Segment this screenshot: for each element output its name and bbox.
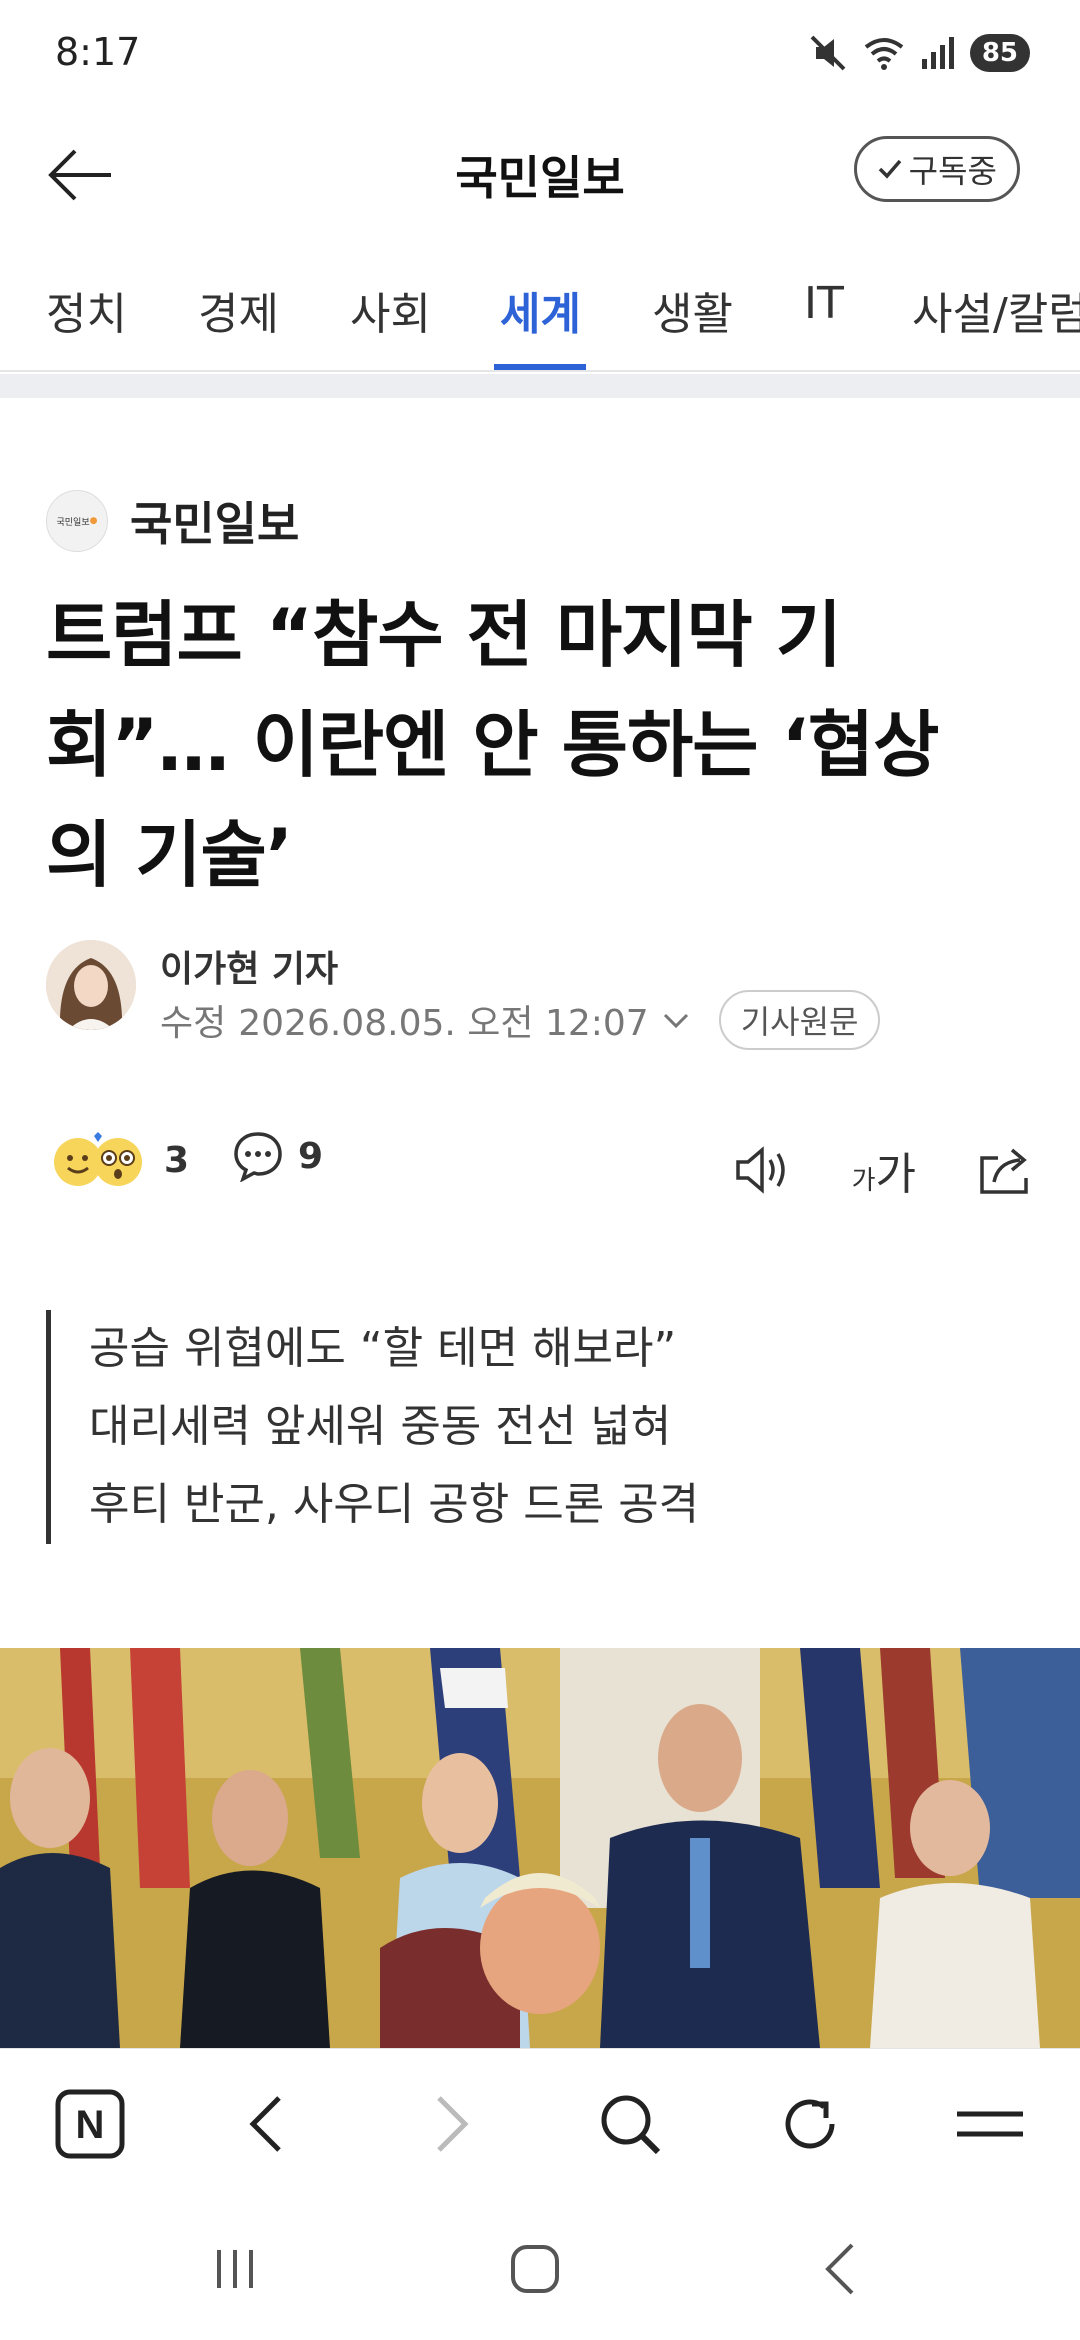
section-divider [0, 374, 1080, 398]
browser-back-button[interactable] [228, 2084, 308, 2164]
browser-forward-button[interactable] [410, 2084, 490, 2164]
app-header: 국민일보 구독중 [0, 120, 1080, 230]
summary-line: 후티 반군, 사우디 공항 드론 공격 [89, 1479, 700, 1530]
system-back-button[interactable] [795, 2234, 885, 2304]
reporter-avatar[interactable] [46, 940, 136, 1030]
tab-politics[interactable]: 정치 [46, 278, 127, 342]
article-summary: 공습 위협에도 “할 테면 해보라” 대리세력 앞세워 중동 전선 넓혀 후티 … [46, 1310, 1036, 1544]
naver-home-button[interactable]: N [50, 2084, 130, 2164]
browser-search-button[interactable] [590, 2084, 670, 2164]
recent-apps-icon [217, 2250, 253, 2288]
status-bar: 8:17 85 [0, 0, 1080, 110]
byline: 이가현 기자 수정 2026.08.05. 오전 12:07 기사원문 [46, 940, 1046, 1050]
naver-home-icon: N [55, 2089, 125, 2159]
subscribe-button[interactable]: 구독중 [853, 136, 1020, 202]
article-actions: 3 9 가가 [46, 1130, 1036, 1210]
home-button[interactable] [490, 2234, 580, 2304]
article-datetime: 2026.08.05. 오전 12:07 [238, 1003, 649, 1044]
mute-icon [810, 35, 846, 71]
publisher-logo: 국민일보 ● [46, 490, 108, 552]
font-size-button[interactable]: 가가 [852, 1138, 916, 1202]
system-nav-bar [0, 2198, 1080, 2340]
headline-line: 회”… 이란엔 안 통하는 ‘협상 [46, 703, 939, 787]
headline-line: 의 기술’ [46, 813, 293, 897]
signal-icon [921, 37, 954, 69]
speaker-icon[interactable] [732, 1142, 792, 1198]
home-icon [511, 2245, 559, 2293]
browser-toolbar: N [0, 2048, 1080, 2198]
tab-it[interactable]: IT [804, 278, 844, 329]
article-meta: 수정 2026.08.05. 오전 12:07 기사원문 [160, 990, 881, 1050]
article-tools: 가가 [732, 1130, 1036, 1210]
recent-apps-button[interactable] [190, 2234, 280, 2304]
menu-icon [957, 2111, 1023, 2137]
refresh-icon [785, 2099, 835, 2149]
svg-text:N: N [76, 2103, 105, 2147]
share-icon[interactable] [976, 1142, 1036, 1198]
emoji-reaction-icon [54, 1132, 142, 1186]
publisher-name: 국민일보 [130, 497, 300, 551]
active-tab-indicator [494, 364, 586, 370]
tab-editorial[interactable]: 사설/칼럼 [912, 278, 1080, 342]
comment-icon [234, 1132, 282, 1182]
chevron-down-icon[interactable] [661, 1005, 691, 1035]
subscribe-label: 구독중 [908, 152, 997, 190]
back-chevron-icon [825, 2243, 854, 2295]
reporter-name[interactable]: 이가현 기자 [160, 940, 338, 992]
comment-count: 9 [298, 1135, 324, 1177]
modified-label: 수정 [160, 1003, 227, 1044]
reaction-count: 3 [164, 1139, 190, 1181]
reaction-button[interactable]: 3 [54, 1130, 189, 1190]
summary-line: 공습 위협에도 “할 테면 해보라” [89, 1323, 677, 1374]
wifi-icon [864, 38, 904, 70]
category-tabs: 정치 경제 사회 세계 생활 IT 사설/칼럼 [0, 260, 1080, 372]
battery-indicator: 85 [969, 34, 1030, 72]
check-icon [878, 159, 901, 179]
tab-society[interactable]: 사회 [350, 278, 431, 342]
tab-economy[interactable]: 경제 [198, 278, 279, 342]
summary-line: 대리세력 앞세워 중동 전선 넓혀 [89, 1401, 672, 1452]
search-icon [601, 2095, 661, 2155]
tab-world[interactable]: 세계 [500, 278, 581, 342]
publisher[interactable]: 국민일보 ● 국민일보 [46, 488, 299, 554]
browser-refresh-button[interactable] [770, 2084, 850, 2164]
headline-line: 트럼프 “참수 전 마지막 기 [46, 593, 842, 677]
chevron-right-icon [437, 2096, 469, 2152]
article-photo[interactable] [0, 1648, 1080, 2048]
status-time: 8:17 [55, 30, 141, 74]
chevron-left-icon [249, 2096, 281, 2152]
original-article-button[interactable]: 기사원문 [718, 990, 881, 1050]
tab-life[interactable]: 생활 [652, 278, 733, 342]
comment-button[interactable]: 9 [232, 1130, 323, 1182]
article-headline: 트럼프 “참수 전 마지막 기 회”… 이란엔 안 통하는 ‘협상 의 기술’ [46, 580, 1036, 910]
status-icons: 85 [808, 30, 1030, 76]
browser-menu-button[interactable] [950, 2084, 1030, 2164]
